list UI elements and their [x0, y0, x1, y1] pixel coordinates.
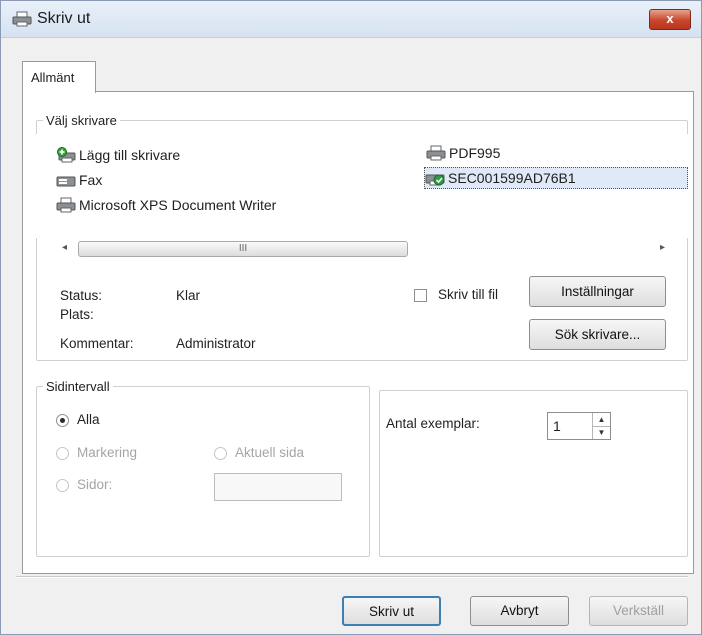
printer-name: Microsoft XPS Document Writer	[79, 197, 277, 213]
current-page-label: Aktuell sida	[235, 445, 305, 460]
scroll-left-arrow-icon[interactable]: ◂	[62, 242, 67, 253]
copies-spinner[interactable]: ▲ ▼	[592, 413, 610, 439]
tab-general[interactable]: Allmänt	[22, 61, 96, 93]
apply-button[interactable]: Verkställ	[589, 596, 688, 626]
apply-button-label: Verkställ	[612, 603, 665, 618]
page-range-legend: Sidintervall	[46, 379, 110, 394]
print-button-label: Skriv ut	[368, 604, 414, 619]
preferences-button[interactable]: Inställningar	[529, 276, 666, 307]
printer-icon	[56, 197, 76, 213]
default-printer-icon	[425, 174, 445, 186]
selection-radio[interactable]	[56, 447, 69, 460]
fax-printer-icon	[56, 176, 76, 187]
preferences-button-label: Inställningar	[561, 284, 634, 299]
copies-label: Antal exemplar:	[386, 416, 480, 431]
scroll-right-arrow-icon[interactable]: ▸	[660, 242, 665, 253]
printer-name: PDF995	[449, 145, 501, 161]
close-button[interactable]: x	[649, 9, 691, 30]
selection-label: Markering	[77, 445, 138, 460]
print-to-file-checkbox[interactable]	[414, 289, 427, 302]
printer-icon	[12, 11, 32, 27]
status-value: Klar	[176, 288, 201, 303]
close-icon: x	[666, 11, 674, 26]
add-printer-icon	[57, 147, 76, 163]
spin-up-icon[interactable]: ▲	[593, 413, 610, 427]
printer-icon	[426, 145, 446, 161]
scrollbar-grip: III	[238, 243, 248, 254]
current-page-radio[interactable]	[214, 447, 227, 460]
all-pages-label: Alla	[77, 412, 100, 427]
all-pages-radio[interactable]	[56, 414, 69, 427]
select-printer-legend: Välj skrivare	[46, 113, 117, 128]
printer-list-scrollbar[interactable]: ◂ III ▸	[56, 238, 669, 260]
spin-down-icon[interactable]: ▼	[593, 426, 610, 439]
pages-label: Sidor:	[77, 477, 113, 492]
printer-name: Fax	[79, 172, 103, 188]
pages-input[interactable]	[214, 473, 342, 501]
copies-value: 1	[553, 418, 561, 434]
printer-item-add[interactable]: Lägg till skrivare	[56, 144, 180, 166]
cancel-button[interactable]: Avbryt	[470, 596, 569, 626]
scrollbar-thumb[interactable]: III	[78, 241, 408, 257]
tab-label: Allmänt	[31, 70, 75, 85]
printer-item-xps[interactable]: Microsoft XPS Document Writer	[56, 194, 276, 216]
title-bar: Skriv ut x	[1, 1, 701, 38]
print-to-file-label: Skriv till fil	[438, 287, 498, 302]
print-dialog: Skriv ut x Allmänt Välj skrivare Lägg ti…	[0, 0, 702, 635]
location-label: Plats:	[60, 307, 94, 322]
printer-name: SEC001599AD76B1	[448, 170, 576, 186]
window-title: Skriv ut	[37, 10, 91, 27]
pages-radio[interactable]	[56, 479, 69, 492]
print-button[interactable]: Skriv ut	[342, 596, 441, 626]
printer-name: Lägg till skrivare	[79, 147, 181, 163]
copies-stepper[interactable]: 1 ▲ ▼	[547, 412, 611, 440]
footer-separator	[16, 576, 688, 578]
comment-label: Kommentar:	[60, 336, 134, 351]
page-range-group: Sidintervall	[36, 379, 370, 557]
printer-list[interactable]: Lägg till skrivare Fax Microsoft XPS Doc…	[36, 134, 688, 238]
comment-value: Administrator	[176, 336, 256, 351]
find-printer-button-label: Sök skrivare...	[554, 327, 641, 342]
printer-item-pdf995[interactable]: PDF995	[426, 142, 500, 164]
cancel-button-label: Avbryt	[500, 603, 539, 618]
printer-item-sec001599ad76b1[interactable]: SEC001599AD76B1	[424, 167, 688, 189]
status-label: Status:	[60, 288, 103, 303]
printer-item-fax[interactable]: Fax	[56, 169, 102, 191]
find-printer-button[interactable]: Sök skrivare...	[529, 319, 666, 350]
